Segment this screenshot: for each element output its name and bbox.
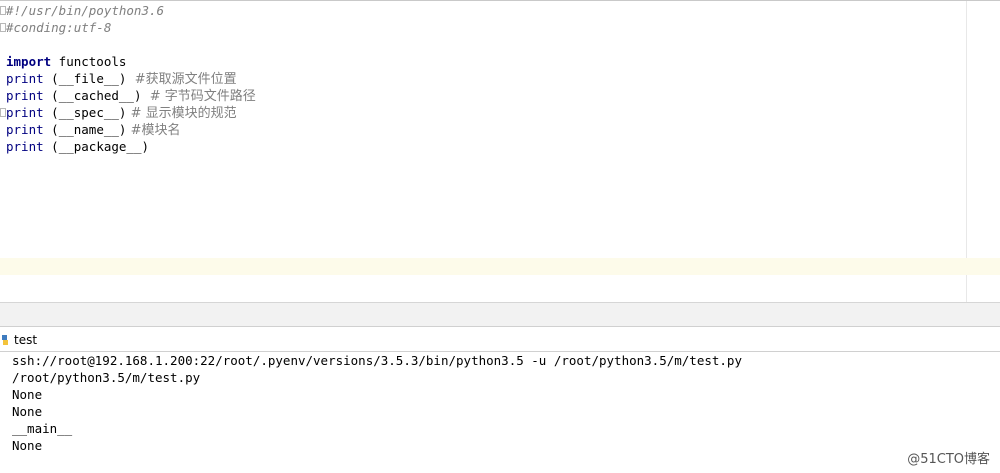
console-line: __main__: [12, 421, 73, 436]
print-arg: (__name__): [43, 122, 127, 137]
builtin-print: print: [6, 88, 44, 103]
panel-splitter[interactable]: [0, 302, 1000, 326]
builtin-print: print: [6, 71, 44, 86]
code-line-print-spec: print (__spec__) # 显示模块的规范: [6, 104, 237, 121]
print-arg: (__package__): [43, 139, 149, 154]
console-line-command: ssh://root@192.168.1.200:22/root/.pyenv/…: [12, 353, 742, 368]
current-line-highlight: [0, 258, 1000, 275]
print-arg: (__spec__): [43, 105, 127, 120]
run-tab-label: test: [14, 332, 38, 347]
code-line-print-cached: print (__cached__) # 字节码文件路径: [6, 87, 256, 104]
code-editor[interactable]: #!/usr/bin/poython3.6 #conding:utf-8 imp…: [0, 0, 1000, 303]
inline-comment: # 显示模块的规范: [126, 106, 237, 121]
console-line: /root/python3.5/m/test.py: [12, 370, 201, 385]
inline-comment: #模块名: [126, 123, 181, 138]
code-line-print-name: print (__name__) #模块名: [6, 121, 180, 138]
builtin-print: print: [6, 122, 44, 137]
inline-comment: #获取源文件位置: [126, 72, 237, 87]
code-line-import: import functools: [6, 53, 126, 70]
run-tab[interactable]: test: [0, 327, 45, 352]
console-line: None: [12, 387, 43, 402]
module-name: functools: [51, 54, 127, 69]
console-line: None: [12, 438, 43, 453]
builtin-print: print: [6, 139, 44, 154]
run-panel-header: test: [0, 326, 1000, 352]
code-line-shebang: #!/usr/bin/poython3.6: [6, 3, 165, 18]
run-console-output[interactable]: ssh://root@192.168.1.200:22/root/.pyenv/…: [0, 352, 1000, 473]
keyword: import: [6, 54, 52, 69]
builtin-print: print: [6, 105, 44, 120]
console-line: None: [12, 404, 43, 419]
watermark: @51CTO博客: [907, 452, 990, 467]
print-arg: (__cached__): [43, 88, 142, 103]
inline-comment: # 字节码文件路径: [141, 89, 256, 104]
code-line-print-file: print (__file__) #获取源文件位置: [6, 70, 237, 87]
print-arg: (__file__): [43, 71, 127, 86]
code-line-encoding: #conding:utf-8: [6, 20, 112, 35]
code-line-print-package: print (__package__): [6, 138, 149, 155]
python-file-icon: [0, 334, 10, 346]
